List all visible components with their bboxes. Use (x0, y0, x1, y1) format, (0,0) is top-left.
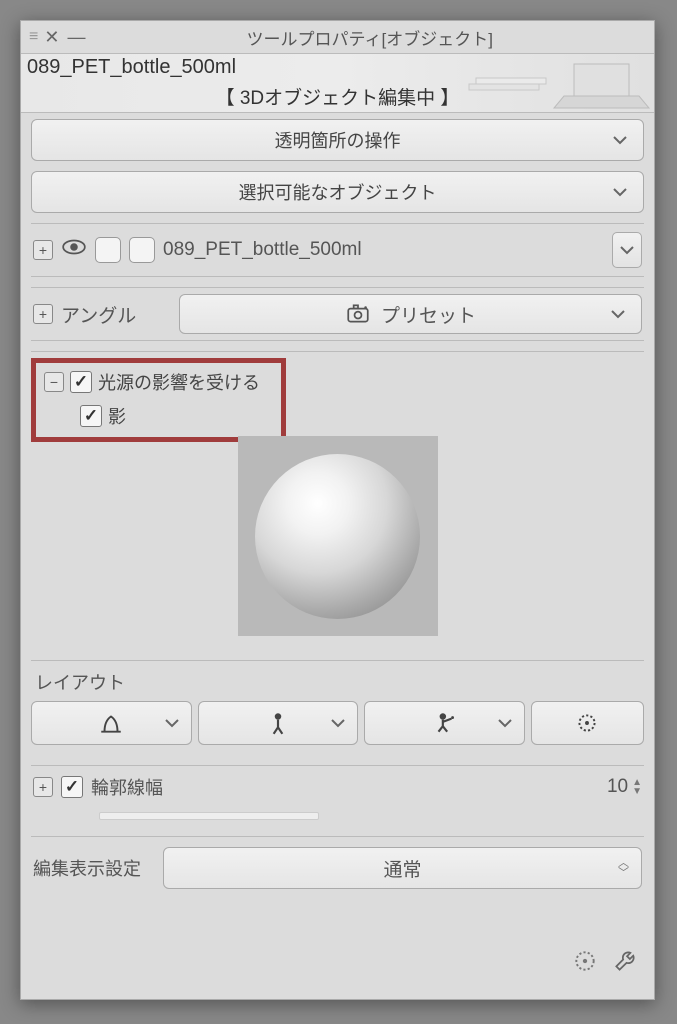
object-row-dropdown[interactable] (612, 232, 642, 268)
object-row-label: 089_PET_bottle_500ml (163, 239, 604, 261)
light-affected-label: 光源の影響を受ける (98, 369, 260, 395)
figure-stand-icon (265, 710, 291, 736)
lighting-highlight: − 光源の影響を受ける 影 (31, 358, 286, 442)
wrench-icon[interactable] (612, 948, 638, 981)
tool-property-panel: ≡ ✕ — ツールプロパティ[オブジェクト] 089_PET_bottle_50… (20, 20, 655, 1000)
figure-pose-icon (432, 710, 458, 736)
layout-stand-button[interactable] (198, 701, 359, 745)
rotate-icon (574, 710, 600, 736)
outline-row: + 輪郭線幅 10 ▲▼ (31, 765, 644, 802)
angle-label: アングル (61, 301, 171, 328)
layout-rotate-button[interactable] (531, 701, 644, 745)
button-label: 選択可能なオブジェクト (239, 179, 437, 205)
display-setting-value: 通常 (383, 855, 421, 882)
object-header: 089_PET_bottle_500ml 【 3Dオブジェクト編集中 】 (21, 53, 654, 113)
panel-footer (31, 940, 644, 989)
expand-button[interactable]: + (33, 240, 53, 260)
layout-section: レイアウト (31, 660, 644, 745)
reset-icon[interactable] (572, 948, 598, 981)
outline-label: 輪郭線幅 (91, 774, 163, 800)
select-box[interactable] (129, 237, 155, 263)
shadow-label: 影 (108, 403, 126, 429)
expand-button[interactable]: + (33, 777, 53, 797)
select-stepper: ︿﹀ (618, 858, 629, 878)
panel-title: ツールプロパティ[オブジェクト] (93, 25, 646, 50)
expand-button[interactable]: + (33, 304, 53, 324)
layout-label: レイアウト (35, 669, 644, 695)
display-setting-label: 編集表示設定 (33, 855, 153, 881)
lock-box[interactable] (95, 237, 121, 263)
light-preview (31, 436, 644, 636)
object-list-row: + 089_PET_bottle_500ml (31, 223, 644, 277)
angle-row: + アングル プリセット (31, 287, 644, 341)
chevron-down-icon (611, 131, 629, 149)
close-icon[interactable]: ✕ (44, 27, 59, 48)
chevron-down-icon (618, 241, 636, 259)
outline-slider[interactable] (99, 812, 319, 820)
collapse-button[interactable]: − (44, 372, 64, 392)
display-setting-row: 編集表示設定 通常 ︿﹀ (31, 836, 644, 899)
chevron-down-icon (329, 714, 347, 732)
figure-ground-icon (98, 710, 124, 736)
light-affected-row: − 光源の影響を受ける (44, 369, 273, 395)
titlebar: ≡ ✕ — ツールプロパティ[オブジェクト] (21, 21, 654, 53)
shadow-checkbox[interactable] (80, 405, 102, 427)
chevron-down-icon (609, 305, 627, 323)
preset-label: プリセット (381, 301, 476, 328)
display-setting-select[interactable]: 通常 ︿﹀ (163, 847, 642, 889)
outline-checkbox[interactable] (61, 776, 83, 798)
chevron-down-icon (611, 183, 629, 201)
preview-background[interactable] (238, 436, 438, 636)
layout-ground-button[interactable] (31, 701, 192, 745)
preset-button[interactable]: プリセット (179, 294, 642, 334)
chevron-down-icon (496, 714, 514, 732)
minimize-icon[interactable]: — (67, 27, 85, 48)
button-label: 透明箇所の操作 (275, 127, 401, 153)
preview-sphere (255, 454, 420, 619)
layout-pose-button[interactable] (364, 701, 525, 745)
selectable-objects-button[interactable]: 選択可能なオブジェクト (31, 171, 644, 213)
chevron-down-icon (163, 714, 181, 732)
visibility-icon[interactable] (61, 234, 87, 266)
menu-icon[interactable]: ≡ (29, 28, 38, 46)
transparent-ops-button[interactable]: 透明箇所の操作 (31, 119, 644, 161)
outline-value: 10 (607, 776, 628, 798)
outline-stepper[interactable]: ▲▼ (632, 778, 642, 796)
light-affected-checkbox[interactable] (70, 371, 92, 393)
editing-banner: 【 3Dオブジェクト編集中 】 (21, 83, 654, 110)
shadow-row: 影 (80, 403, 273, 429)
camera-icon (345, 301, 371, 327)
